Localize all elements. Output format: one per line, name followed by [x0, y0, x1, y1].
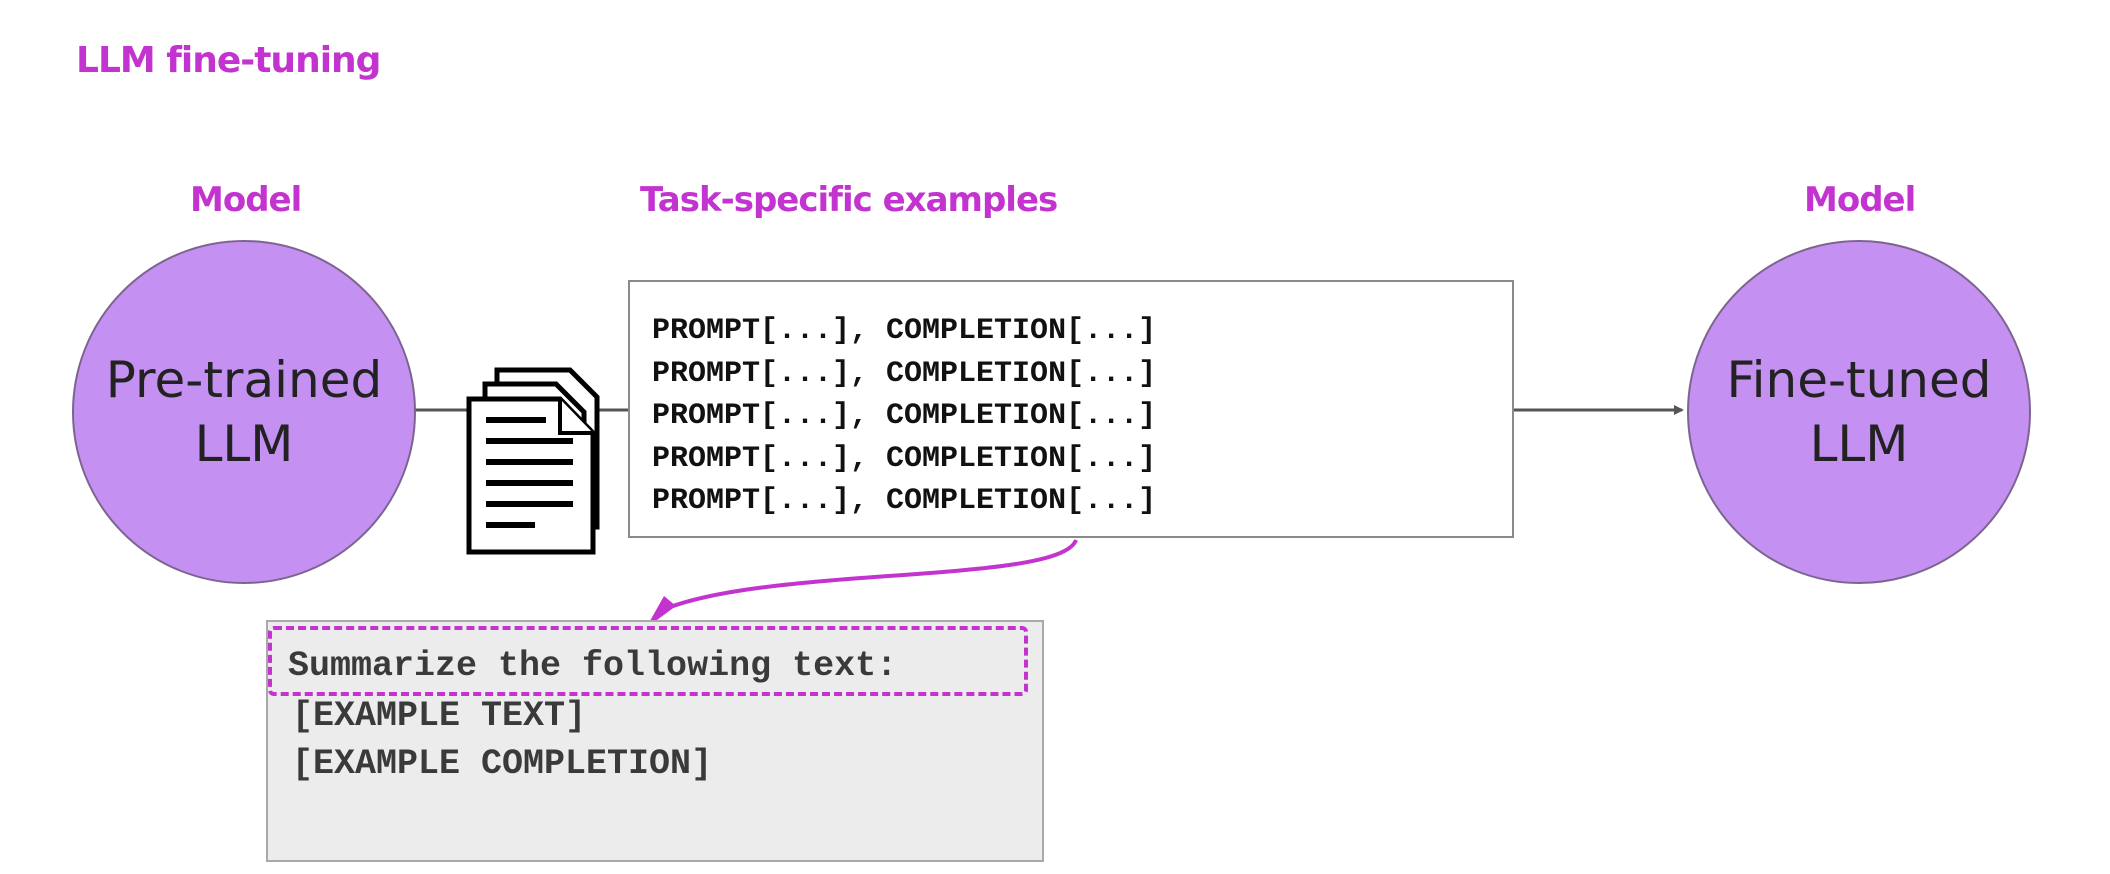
examples-box: PROMPT[...], COMPLETION[...] PROMPT[...]…	[628, 280, 1514, 538]
finetuned-model-label: Fine-tuned LLM	[1726, 351, 1992, 473]
example-detail-box: Summarize the following text: [EXAMPLE T…	[266, 620, 1044, 862]
instruction-text: Summarize the following text:	[288, 646, 898, 686]
finetuned-model-node: Fine-tuned LLM	[1687, 240, 2031, 584]
detail-callout-arrow	[657, 539, 1078, 614]
model-label-right: Model	[1804, 180, 1916, 220]
example-line: PROMPT[...], COMPLETION[...]	[652, 314, 1157, 348]
example-line: PROMPT[...], COMPLETION[...]	[652, 441, 1157, 476]
example-line: PROMPT[...], COMPLETION[...]	[652, 399, 1157, 433]
example-line: PROMPT[...], COMPLETION[...]	[652, 356, 1157, 391]
pretrained-model-label: Pre-trained LLM	[105, 351, 383, 473]
page-title: LLM fine-tuning	[76, 40, 381, 81]
example-line: PROMPT[...], COMPLETION[...]	[652, 484, 1157, 518]
example-text-line: [EXAMPLE TEXT]	[292, 696, 587, 736]
example-completion-line: [EXAMPLE COMPLETION]	[292, 744, 713, 784]
pretrained-model-node: Pre-trained LLM	[72, 240, 416, 584]
examples-label: Task-specific examples	[640, 180, 1058, 220]
documents-icon	[466, 367, 600, 555]
model-label-left: Model	[190, 180, 302, 220]
